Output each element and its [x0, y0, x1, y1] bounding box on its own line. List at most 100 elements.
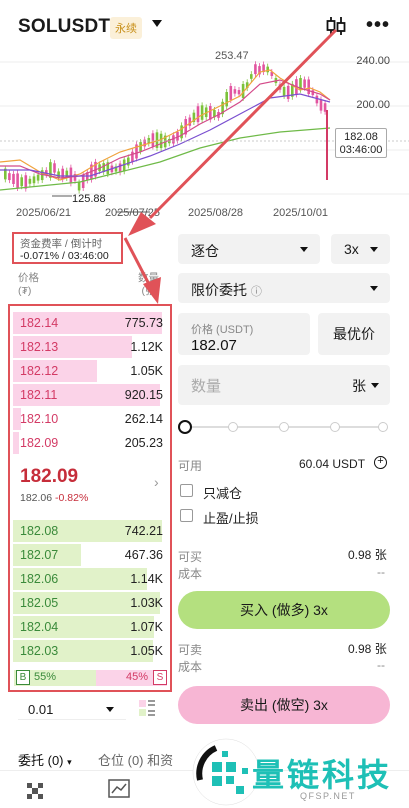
- price-input-value[interactable]: 182.07: [191, 337, 237, 354]
- candle-countdown: 03:46:00: [339, 144, 383, 156]
- ask-row[interactable]: 182.14 775.73: [10, 312, 169, 334]
- tab-positions[interactable]: 仓位 (0) 和资: [98, 750, 173, 769]
- symbol-dropdown-icon[interactable]: [152, 20, 162, 27]
- tp-sl-checkbox[interactable]: [180, 509, 193, 522]
- watermark-text: 量链科技: [252, 756, 393, 794]
- watermark-sub: QFSP.NET: [300, 791, 356, 801]
- perpetual-badge: 永续: [110, 17, 142, 39]
- funding-rate-label: 资金费率 / 倒计时: [20, 238, 103, 250]
- bid-row[interactable]: 182.08 742.21: [10, 520, 169, 542]
- mark-price: 182.06: [20, 492, 53, 504]
- row-price: 182.09: [20, 436, 59, 450]
- funding-rate-box[interactable]: 资金费率 / 倒计时 -0.071% / 03:46:00: [12, 232, 123, 264]
- slider-step[interactable]: [378, 422, 388, 432]
- cost-label: 成本: [178, 660, 203, 674]
- quantity-unit[interactable]: 张: [352, 376, 366, 396]
- precision-value: 0.01: [28, 702, 54, 717]
- slider-handle[interactable]: [178, 420, 192, 434]
- ask-row[interactable]: 182.12 1.05K: [10, 360, 169, 382]
- chart-high-label: 253.47: [215, 50, 249, 62]
- x-date-label: 2025/10/01: [273, 207, 329, 219]
- leverage-value: 3x: [344, 241, 359, 257]
- ask-row[interactable]: 182.11 920.15: [10, 384, 169, 406]
- mark-price-line: 182.06 -0.82%: [20, 492, 88, 504]
- cost-value: --: [377, 565, 385, 579]
- sell-ratio-value: 45%: [125, 671, 148, 683]
- symbol-title[interactable]: SOLUSDT: [18, 16, 110, 38]
- y-tick-label: 200.00: [356, 99, 390, 111]
- bid-row[interactable]: 182.05 1.03K: [10, 592, 169, 614]
- slider-step[interactable]: [330, 422, 340, 432]
- slider-step[interactable]: [228, 422, 238, 432]
- tab-orders[interactable]: 委托 (0) ▾: [18, 750, 72, 769]
- chevron-right-icon[interactable]: ›: [154, 474, 159, 490]
- slider-step[interactable]: [279, 422, 289, 432]
- y-tick-label: 240.00: [356, 55, 390, 67]
- margin-mode-value: 逐仓: [191, 243, 219, 259]
- add-funds-icon[interactable]: +: [374, 456, 387, 469]
- best-price-button[interactable]: 最优价: [318, 313, 390, 355]
- price-change: -0.82%: [55, 492, 89, 504]
- chart-low-label: 125.88: [72, 193, 106, 205]
- more-icon[interactable]: •••: [366, 14, 390, 37]
- can-buy-label: 可买: [178, 550, 203, 564]
- chevron-down-icon: [106, 707, 114, 712]
- ask-row[interactable]: 182.13 1.12K: [10, 336, 169, 358]
- header-bar: SOLUSDT 永续 •••: [0, 0, 409, 50]
- row-price: 182.12: [20, 364, 59, 378]
- available-label: 可用: [178, 459, 203, 473]
- x-date-label: 2025/08/28: [188, 207, 244, 219]
- buy-long-button[interactable]: 买入 (做多) 3x: [178, 591, 390, 629]
- chevron-down-icon: [370, 247, 378, 252]
- orderbook-layout-icon[interactable]: [138, 699, 156, 717]
- ask-row[interactable]: 182.09 205.23: [10, 432, 169, 454]
- bid-row[interactable]: 182.04 1.07K: [10, 616, 169, 638]
- chart-icon[interactable]: [108, 779, 130, 799]
- precision-select[interactable]: 0.01: [18, 698, 126, 720]
- info-icon: ⓘ: [250, 286, 262, 298]
- buy-ratio-value: 55%: [34, 671, 57, 683]
- sell-short-button[interactable]: 卖出 (做空) 3x: [178, 686, 390, 724]
- last-price-box: 182.08 03:46:00: [335, 128, 387, 158]
- row-price: 182.10: [20, 412, 59, 426]
- cost-value: --: [377, 658, 385, 672]
- row-price: 182.14: [20, 316, 59, 330]
- grid-icon[interactable]: [25, 781, 45, 801]
- row-price: 182.04: [20, 620, 59, 634]
- row-price: 182.06: [20, 572, 59, 586]
- row-price: 182.03: [20, 644, 59, 658]
- row-price: 182.07: [20, 548, 59, 562]
- x-date-label: 2025/07/25: [104, 207, 160, 219]
- price-input[interactable]: 价格 (USDT) 182.07: [178, 313, 310, 355]
- candlestick-icon[interactable]: [324, 14, 348, 38]
- chevron-down-icon: [371, 383, 379, 388]
- quantity-input[interactable]: 数量 张: [178, 365, 390, 405]
- row-quantity: 262.14: [124, 412, 163, 426]
- quantity-slider[interactable]: [178, 420, 388, 434]
- row-price: 182.13: [20, 340, 59, 354]
- order-type-select[interactable]: 限价委托 ⓘ: [178, 273, 390, 303]
- bid-row[interactable]: 182.03 1.05K: [10, 640, 169, 662]
- reduce-only-checkbox[interactable]: [180, 484, 193, 497]
- ask-row[interactable]: 182.10 262.14: [10, 408, 169, 430]
- mid-price[interactable]: 182.09: [20, 466, 78, 488]
- can-sell-value: 0.98 张: [348, 642, 387, 656]
- bid-row[interactable]: 182.06 1.14K: [10, 568, 169, 590]
- price-input-label: 价格 (USDT): [191, 324, 254, 336]
- order-type-value: 限价委托 ⓘ: [191, 282, 262, 298]
- bid-row[interactable]: 182.07 467.36: [10, 544, 169, 566]
- margin-mode-select[interactable]: 逐仓: [178, 234, 320, 264]
- buy-ratio-badge: B: [16, 670, 30, 685]
- orderbook: 182.14 775.73 182.13 1.12K 182.12 1.05K 182.11…: [8, 304, 172, 692]
- buy-sell-ratio: B 55% 45% S: [14, 670, 167, 686]
- ob-qty-header: 数量 (张): [138, 272, 159, 297]
- row-quantity: 1.05K: [130, 644, 163, 658]
- cost-label: 成本: [178, 567, 203, 581]
- available-value: 60.04 USDT: [299, 457, 366, 471]
- tp-sl-label: 止盈/止损: [203, 511, 259, 526]
- row-quantity: 1.12K: [130, 340, 163, 354]
- row-quantity: 775.73: [124, 316, 163, 330]
- leverage-select[interactable]: 3x: [331, 234, 390, 264]
- row-quantity: 1.05K: [130, 364, 163, 378]
- row-quantity: 1.03K: [130, 596, 163, 610]
